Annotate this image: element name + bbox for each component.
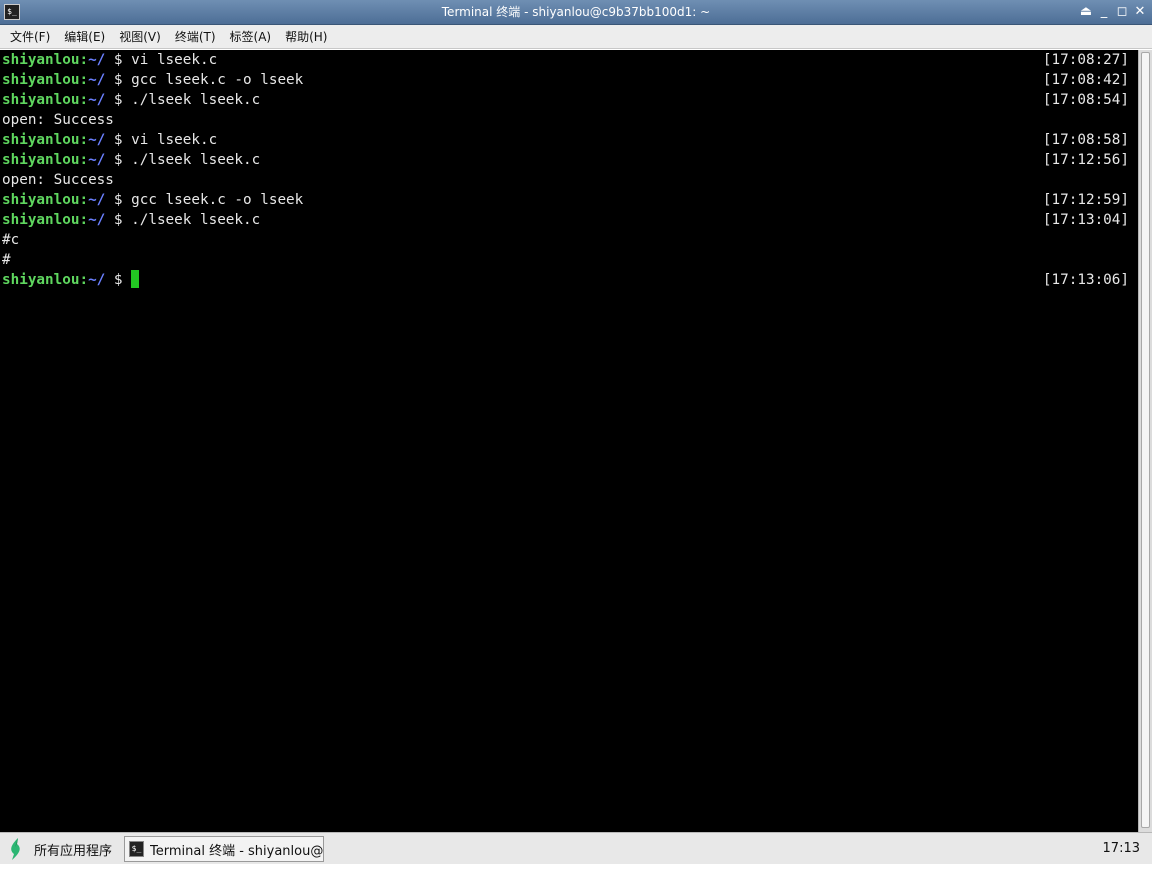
menu-terminal[interactable]: 终端(T) (168, 25, 223, 49)
prompt-separator: : (79, 52, 89, 68)
prompt-path: ~/ (88, 52, 106, 68)
prompt-separator: : (79, 272, 89, 288)
maximize-button[interactable]: ◻ (1114, 2, 1130, 22)
command-text: gcc lseek.c -o lseek (131, 192, 304, 208)
command-text: gcc lseek.c -o lseek (131, 72, 304, 88)
prompt-user: shiyanlou (2, 152, 80, 168)
prompt-user: shiyanlou (2, 72, 80, 88)
terminal-task-icon: $_ (129, 841, 144, 857)
prompt-user: shiyanlou (2, 192, 80, 208)
command-text: ./lseek lseek.c (131, 152, 261, 168)
terminal-command-line: shiyanlou:~/ $ vi lseek.c (2, 130, 217, 150)
command-text: vi lseek.c (131, 132, 218, 148)
command-text: ./lseek lseek.c (131, 92, 261, 108)
shade-window-button[interactable]: ⏏ (1078, 2, 1094, 22)
terminal-command-line: shiyanlou:~/ $ gcc lseek.c -o lseek (2, 190, 303, 210)
terminal-output-line: # (2, 252, 11, 268)
prompt-path: ~/ (88, 92, 106, 108)
terminal-command-line: shiyanlou:~/ $ ./lseek lseek.c (2, 150, 260, 170)
taskbar-clock: 17:13 (1102, 841, 1140, 856)
applications-menu-label: 所有应用程序 (34, 843, 113, 859)
prompt-path: ~/ (88, 212, 106, 228)
menu-bar: 文件(F) 编辑(E) 视图(V) 终端(T) 标签(A) 帮助(H) (0, 25, 1152, 49)
close-button[interactable]: ✕ (1132, 2, 1148, 22)
command-text: ./lseek lseek.c (131, 212, 261, 228)
prompt-symbol: $ (105, 92, 132, 108)
command-timestamp: [17:08:42] (1042, 72, 1129, 88)
prompt-symbol: $ (105, 272, 132, 288)
prompt-user: shiyanlou (2, 212, 80, 228)
terminal-output-area[interactable]: [17:08:27] shiyanlou:~/ $ vi lseek.c [17:0… (0, 50, 1138, 832)
menu-view[interactable]: 视图(V) (112, 25, 168, 49)
command-timestamp: [17:12:59] (1042, 192, 1129, 208)
scrollbar-thumb[interactable] (1141, 52, 1150, 828)
prompt-path: ~/ (88, 72, 106, 88)
terminal-command-line: shiyanlou:~/ $ ./lseek lseek.c (2, 210, 260, 230)
command-timestamp: [17:08:54] (1042, 92, 1129, 108)
menu-file[interactable]: 文件(F) (3, 25, 57, 49)
menu-help[interactable]: 帮助(H) (278, 25, 334, 49)
window-title: Terminal 终端 - shiyanlou@c9b37bb100d1: ~ (441, 5, 711, 19)
prompt-symbol: $ (105, 72, 132, 88)
command-text: vi lseek.c (131, 52, 218, 68)
applications-menu-button[interactable]: 所有应用程序 (6, 836, 112, 862)
menu-edit[interactable]: 编辑(E) (57, 25, 112, 49)
menu-tabs[interactable]: 标签(A) (223, 25, 279, 49)
command-timestamp: [17:08:58] (1042, 132, 1129, 148)
prompt-separator: : (79, 92, 89, 108)
prompt-path: ~/ (88, 192, 106, 208)
terminal-command-line: shiyanlou:~/ $ vi lseek.c (2, 50, 217, 70)
prompt-separator: : (79, 132, 89, 148)
taskbar-task-terminal[interactable]: $_ Terminal 终端 - shiyanlou@… (124, 836, 324, 862)
terminal-output-line: #c (2, 232, 20, 248)
terminal-cursor (131, 270, 140, 288)
command-timestamp: [17:08:27] (1042, 52, 1129, 68)
terminal-command-line: shiyanlou:~/ $ ./lseek lseek.c (2, 90, 260, 110)
terminal-output-line: open: Success (2, 172, 114, 188)
prompt-path: ~/ (88, 132, 106, 148)
prompt-symbol: $ (105, 212, 132, 228)
command-timestamp: [17:13:04] (1042, 212, 1129, 228)
terminal-command-line: shiyanlou:~/ $ gcc lseek.c -o lseek (2, 70, 303, 90)
terminal-scrollbar[interactable] (1138, 50, 1152, 832)
prompt-separator: : (79, 192, 89, 208)
prompt-separator: : (79, 152, 89, 168)
prompt-symbol: $ (105, 192, 132, 208)
desktop-bottom-strip (0, 864, 1152, 896)
terminal-command-line: shiyanlou:~/ $ (2, 270, 140, 290)
prompt-separator: : (79, 72, 89, 88)
app-launcher-logo-icon (11, 838, 20, 860)
prompt-path: ~/ (88, 152, 106, 168)
command-timestamp: [17:12:56] (1042, 152, 1129, 168)
prompt-separator: : (79, 212, 89, 228)
prompt-symbol: $ (105, 152, 132, 168)
prompt-user: shiyanlou (2, 92, 80, 108)
taskbar: 所有应用程序 $_ Terminal 终端 - shiyanlou@… 17:1… (0, 832, 1152, 864)
terminal-output-line: open: Success (2, 112, 114, 128)
window-title-bar[interactable]: $_ Terminal 终端 - shiyanlou@c9b37bb100d1:… (0, 0, 1152, 25)
prompt-symbol: $ (105, 132, 132, 148)
prompt-user: shiyanlou (2, 272, 80, 288)
minimize-button[interactable]: _ (1096, 2, 1112, 22)
window-controls: ⏏ _ ◻ ✕ (1078, 2, 1148, 22)
prompt-path: ~/ (88, 272, 106, 288)
command-timestamp: [17:13:06] (1042, 272, 1129, 288)
prompt-symbol: $ (105, 52, 132, 68)
prompt-user: shiyanlou (2, 52, 80, 68)
taskbar-task-label: Terminal 终端 - shiyanlou@… (150, 843, 323, 859)
prompt-user: shiyanlou (2, 132, 80, 148)
